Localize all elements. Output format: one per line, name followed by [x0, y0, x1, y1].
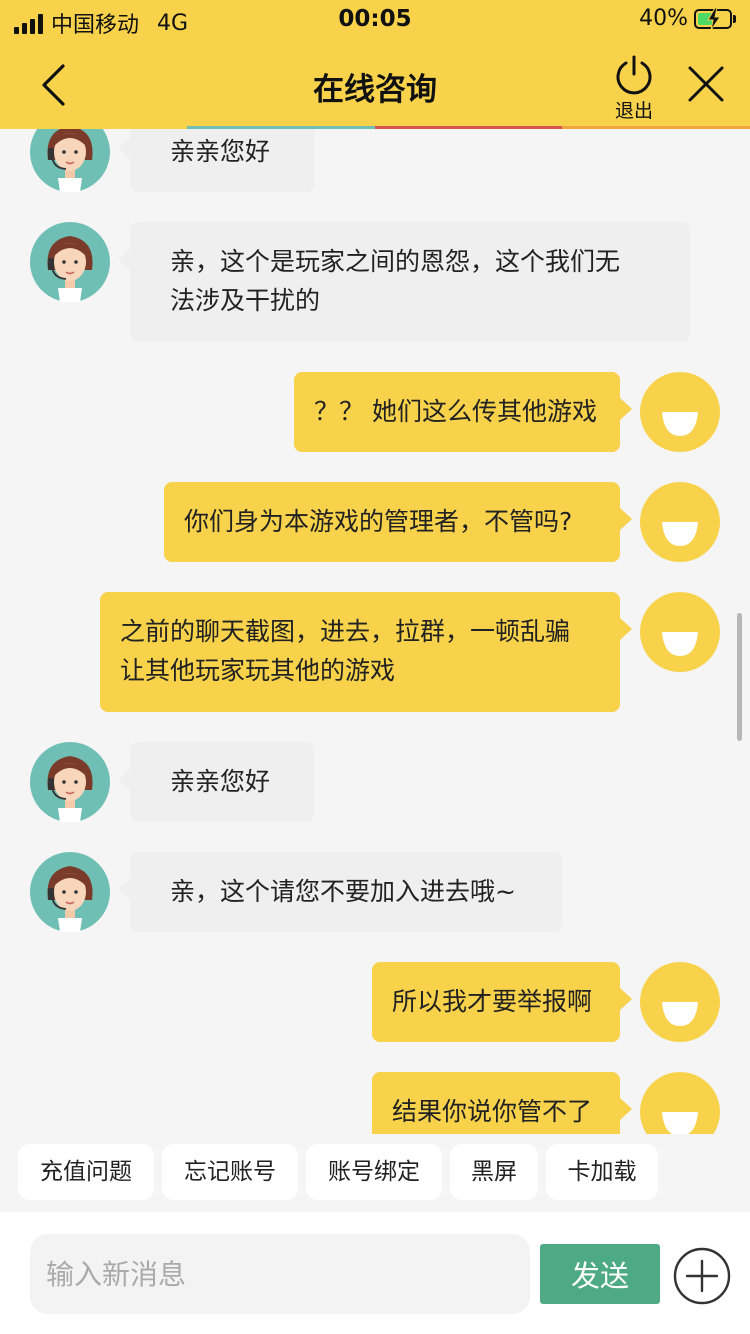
agent-avatar — [30, 852, 110, 932]
chat-area[interactable]: 亲亲您好 亲，这个是玩家之间的恩怨，这个我们无 法涉及干扰的 ？？ 她们这么传其… — [0, 129, 750, 1134]
input-bar: 发送 — [0, 1212, 750, 1334]
quick-reply-bar: 充值问题 忘记账号 账号绑定 黑屏 卡加载 — [0, 1134, 750, 1212]
send-button[interactable]: 发送 — [540, 1244, 660, 1304]
battery-icon — [694, 7, 732, 30]
agent-avatar — [30, 129, 110, 192]
user-message-bubble: 所以我才要举报啊 — [372, 962, 632, 1042]
agent-avatar — [30, 742, 110, 822]
user-avatar — [640, 1072, 720, 1134]
exit-button[interactable]: 退出 — [606, 54, 662, 124]
user-message-bubble: 之前的聊天截图，进去，拉群，一顿乱骗 让其他玩家玩其他的游戏 — [100, 592, 632, 712]
agent-message-bubble: 亲亲您好 — [118, 742, 314, 822]
battery-percent: 40% — [639, 6, 688, 31]
nav-bar: 在线咨询 退出 — [0, 40, 750, 126]
quick-reply-recharge[interactable]: 充值问题 — [18, 1144, 154, 1200]
status-bar: 中国移动 4G 00:05 40% — [0, 0, 750, 40]
plus-circle-icon — [673, 1247, 731, 1305]
chat-scrollbar[interactable] — [737, 613, 742, 741]
status-right: 40% — [639, 6, 736, 31]
user-avatar — [640, 592, 720, 672]
user-message-bubble: ？？ 她们这么传其他游戏 — [294, 372, 632, 452]
user-message-bubble: 你们身为本游戏的管理者，不管吗? — [164, 482, 632, 562]
exit-label: 退出 — [614, 100, 653, 122]
agent-message-bubble: 亲，这个请您不要加入进去哦~ — [118, 852, 562, 932]
message-input[interactable] — [30, 1234, 530, 1314]
quick-reply-black-screen[interactable]: 黑屏 — [450, 1144, 538, 1200]
user-avatar — [640, 962, 720, 1042]
quick-reply-stuck-loading[interactable]: 卡加载 — [546, 1144, 658, 1200]
user-message-bubble: 结果你说你管不了 — [372, 1072, 632, 1134]
close-button[interactable] — [684, 62, 728, 106]
agent-message-bubble: 亲，这个是玩家之间的恩怨，这个我们无 法涉及干扰的 — [118, 222, 690, 342]
clock: 00:05 — [338, 6, 412, 32]
agent-message-bubble: 亲亲您好 — [118, 129, 314, 192]
agent-avatar — [30, 222, 110, 302]
close-icon — [688, 66, 724, 102]
quick-reply-account-binding[interactable]: 账号绑定 — [306, 1144, 442, 1200]
add-attachment-button[interactable] — [672, 1246, 732, 1306]
user-avatar — [640, 372, 720, 452]
user-avatar — [640, 482, 720, 562]
quick-reply-forgot-account[interactable]: 忘记账号 — [162, 1144, 298, 1200]
power-icon — [616, 55, 652, 95]
battery-cap — [733, 14, 736, 23]
